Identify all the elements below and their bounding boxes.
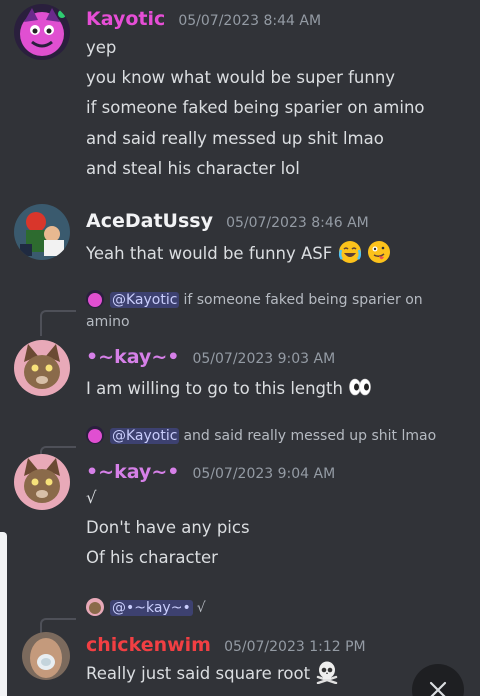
message-header: chickenwim 05/07/2023 1:12 PM [86, 634, 366, 656]
username[interactable]: chickenwim [86, 634, 211, 656]
reply-mention[interactable]: @Kayotic [110, 292, 180, 308]
avatar-kay[interactable] [14, 454, 70, 510]
reply-text: and said really messed up shit lmao [183, 428, 437, 444]
overlay-edge [0, 532, 7, 696]
username[interactable]: •~kay~• [86, 346, 179, 368]
timestamp: 05/07/2023 9:03 AM [192, 351, 336, 367]
timestamp: 05/07/2023 8:46 AM [226, 215, 369, 231]
message-line: Yeah that would be funny ASF [86, 240, 391, 264]
message-header: AceDatUssy 05/07/2023 8:46 AM [86, 210, 369, 232]
avatar-kay[interactable] [14, 340, 70, 396]
avatar-kayotic-mini [86, 290, 104, 308]
message-header: •~kay~• 05/07/2023 9:04 AM [86, 461, 335, 483]
avatar-kayotic-mini [86, 426, 104, 444]
message-line: √ [86, 488, 97, 507]
message-text: Yeah that would be funny ASF [86, 244, 333, 263]
message-line: Don't have any pics [86, 518, 250, 537]
username[interactable]: Kayotic [86, 8, 165, 30]
timestamp: 05/07/2023 8:44 AM [178, 13, 322, 29]
avatar-kay-mini [86, 598, 104, 616]
skull-crossbones-emoji [317, 661, 338, 684]
message-line: I am willing to go to this length [86, 375, 372, 399]
message-line: Of his character [86, 548, 218, 567]
timestamp: 05/07/2023 9:04 AM [192, 466, 336, 482]
close-icon [429, 681, 447, 696]
avatar-chickenwim[interactable] [22, 632, 70, 680]
reply-preview[interactable]: @•~kay~• √ [86, 596, 206, 620]
reply-text: √ [196, 600, 206, 616]
avatar-kayotic[interactable] [14, 4, 70, 60]
joy-emoji [338, 241, 361, 263]
username[interactable]: •~kay~• [86, 461, 179, 483]
reply-mention[interactable]: @Kayotic [110, 428, 180, 444]
message-line: you know what would be super funny [86, 68, 396, 87]
close-button[interactable] [412, 664, 464, 696]
message-line: Really just said square root [86, 660, 339, 684]
reply-spine [40, 310, 76, 336]
reply-preview[interactable]: @Kayotic and said really messed up shit l… [86, 424, 436, 448]
reply-text: if someone faked being sparier on [183, 292, 423, 308]
message-header: Kayotic 05/07/2023 8:44 AM [86, 8, 321, 30]
eyes-emoji [349, 378, 371, 396]
message-header: •~kay~• 05/07/2023 9:03 AM [86, 346, 335, 368]
zany-face-emoji [367, 241, 390, 263]
avatar-acedatussy[interactable] [14, 204, 70, 260]
message-line: and said really messed up shit lmao [86, 129, 384, 148]
username[interactable]: AceDatUssy [86, 210, 213, 232]
reply-mention[interactable]: @•~kay~• [110, 600, 193, 616]
timestamp: 05/07/2023 1:12 PM [224, 639, 366, 655]
reply-text-continued: amino [86, 314, 130, 330]
message-text: I am willing to go to this length [86, 379, 343, 398]
reply-preview[interactable]: @Kayotic if someone faked being sparier o… [86, 288, 423, 312]
message-line: yep [86, 38, 117, 57]
message-text: Really just said square root [86, 664, 311, 683]
message-line: and steal his character lol [86, 159, 300, 178]
message-line: if someone faked being sparier on amino [86, 98, 425, 117]
